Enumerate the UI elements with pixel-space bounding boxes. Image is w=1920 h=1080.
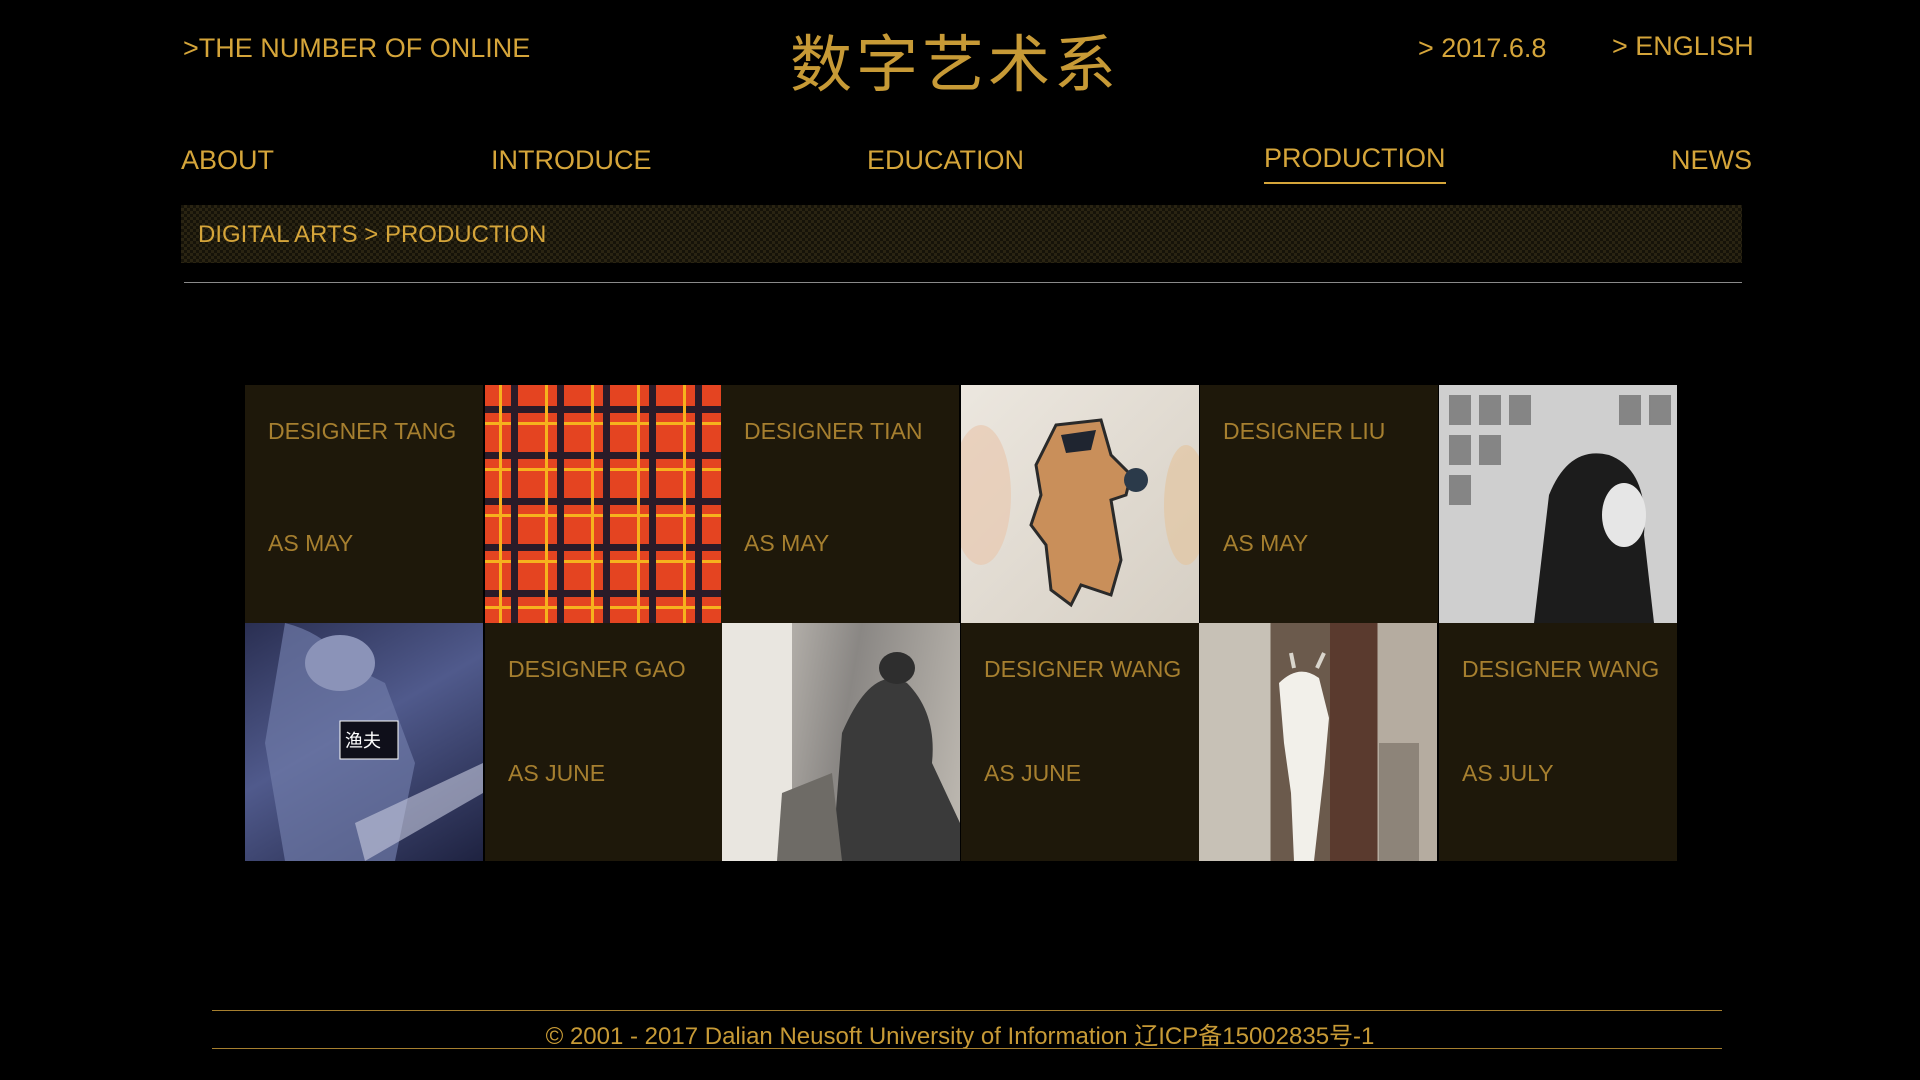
breadcrumb: DIGITAL ARTS > PRODUCTION xyxy=(198,221,547,248)
nav-production[interactable]: PRODUCTION xyxy=(1264,143,1446,184)
nav-about[interactable]: ABOUT xyxy=(181,145,274,176)
footer-copyright: © 2001 - 2017 Dalian Neusoft University … xyxy=(545,1023,1375,1050)
fisherman-title-text: 渔夫 xyxy=(345,731,381,752)
work-month: AS JULY xyxy=(1462,760,1554,786)
designer-name: DESIGNER TIAN xyxy=(744,418,923,444)
work-card-gao[interactable]: DESIGNER GAO AS JUNE xyxy=(485,623,723,861)
footer-top-line xyxy=(212,1010,1722,1011)
breadcrumb-divider xyxy=(184,282,1742,283)
goat-graphic xyxy=(1279,652,1419,861)
language-switch[interactable]: > ENGLISH xyxy=(1612,31,1754,62)
designer-name: DESIGNER TANG xyxy=(268,418,457,444)
work-card-tang[interactable]: DESIGNER TANG AS MAY xyxy=(245,385,483,623)
designer-name: DESIGNER WANG xyxy=(1462,656,1660,682)
work-month: AS MAY xyxy=(268,530,354,556)
fisherman-graphic: 渔夫 xyxy=(265,623,483,861)
fisherman-image[interactable]: 渔夫 xyxy=(245,623,483,861)
designer-name: DESIGNER WANG xyxy=(984,656,1182,682)
designer-name: DESIGNER GAO xyxy=(508,656,686,682)
nav-news[interactable]: NEWS xyxy=(1671,145,1752,176)
work-month: AS MAY xyxy=(1223,530,1309,556)
goat-photo-image[interactable] xyxy=(1199,623,1437,861)
portrait-graphic xyxy=(1439,385,1677,623)
breadcrumb-bar: DIGITAL ARTS > PRODUCTION xyxy=(181,205,1742,263)
work-month: AS JUNE xyxy=(508,760,606,786)
nav-introduce[interactable]: INTRODUCE xyxy=(491,145,652,176)
footer-bottom-line xyxy=(212,1048,1722,1049)
work-card-liu[interactable]: DESIGNER LIU AS MAY xyxy=(1200,385,1438,623)
woman-portrait-image[interactable] xyxy=(1439,385,1677,623)
old-man-graphic xyxy=(722,623,960,861)
ceramic-figure-image[interactable] xyxy=(961,385,1199,623)
online-count-label: >THE NUMBER OF ONLINE xyxy=(183,33,531,63)
nav-education[interactable]: EDUCATION xyxy=(867,145,1024,176)
work-month: AS MAY xyxy=(744,530,830,556)
work-month: AS JUNE xyxy=(984,760,1082,786)
work-card-tian[interactable]: DESIGNER TIAN AS MAY xyxy=(721,385,959,623)
work-card-wang-1[interactable]: DESIGNER WANG AS JUNE xyxy=(961,623,1199,861)
site-title: 数字艺术系 xyxy=(790,28,1121,101)
designer-name: DESIGNER LIU xyxy=(1223,418,1386,444)
work-card-wang-2[interactable]: DESIGNER WANG AS JULY xyxy=(1439,623,1677,861)
plaid-fabric-image[interactable] xyxy=(485,385,723,623)
works-grid: DESIGNER TANG AS MAY DESIGNER TIAN AS MA… xyxy=(245,385,1677,861)
date-label: > 2017.6.8 xyxy=(1418,33,1547,63)
ceramic-figure-graphic xyxy=(961,418,1199,608)
old-man-photo-image[interactable] xyxy=(722,623,960,861)
